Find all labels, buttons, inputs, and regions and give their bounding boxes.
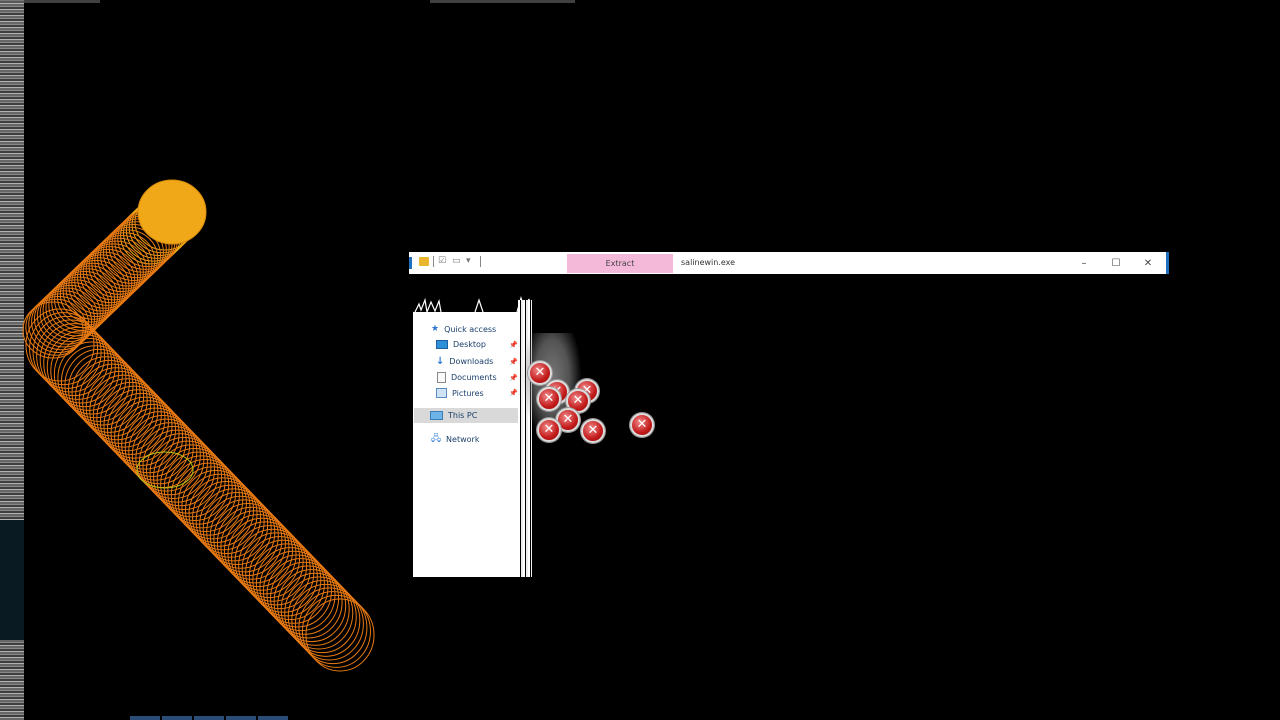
sidebar-item-this-pc[interactable]: This PC xyxy=(414,408,518,423)
explorer-window[interactable]: ☑ ▭ ▾ Extract salinewin.exe – ☐ ✕ xyxy=(409,252,1169,274)
pin-icon[interactable]: 📌 xyxy=(509,389,518,397)
wireframe-cylinder-art xyxy=(22,179,375,672)
error-icon: ✕ xyxy=(630,413,654,437)
taskbar-fragment xyxy=(130,716,288,720)
separator xyxy=(433,256,434,267)
sidebar-item-label: Desktop xyxy=(453,340,486,349)
separator xyxy=(480,256,481,267)
error-icon: ✕ xyxy=(537,418,561,442)
error-icon: ✕ xyxy=(537,387,561,411)
pin-icon[interactable]: 📌 xyxy=(509,358,518,366)
error-icon: ✕ xyxy=(581,419,605,443)
quick-access-toolbar: ☑ ▭ ▾ xyxy=(419,256,481,267)
window-accent xyxy=(409,257,412,269)
cylinder-ring xyxy=(305,598,375,672)
window-controls: – ☐ ✕ xyxy=(1078,252,1154,274)
sidebar-item-desktop[interactable]: Desktop 📌 xyxy=(436,340,518,349)
pin-icon[interactable]: 📌 xyxy=(509,374,518,382)
folder-icon[interactable] xyxy=(419,257,429,266)
close-button[interactable]: ✕ xyxy=(1142,258,1154,269)
computer-icon xyxy=(430,411,443,420)
sidebar-item-network[interactable]: 🖧 Network xyxy=(431,431,479,447)
sidebar-item-label: Pictures xyxy=(452,388,484,398)
properties-icon[interactable]: ☑ xyxy=(438,256,448,267)
extract-tab[interactable]: Extract xyxy=(567,254,673,273)
sidebar-item-label: Quick access xyxy=(444,324,497,334)
pin-icon[interactable]: 📌 xyxy=(509,341,518,349)
new-folder-icon[interactable]: ▭ xyxy=(452,256,462,267)
sidebar-item-pictures[interactable]: Pictures 📌 xyxy=(436,388,518,398)
window-title: salinewin.exe xyxy=(681,258,736,267)
maximize-button[interactable]: ☐ xyxy=(1110,258,1122,269)
glitched-ribbon-fragment xyxy=(414,296,532,313)
sidebar-item-downloads[interactable]: ↓ Downloads 📌 xyxy=(436,356,518,367)
chevron-down-icon[interactable]: ▾ xyxy=(466,256,476,267)
document-icon xyxy=(437,372,446,383)
taskbar-button[interactable] xyxy=(162,716,192,720)
pictures-icon xyxy=(436,388,447,398)
network-icon: 🖧 xyxy=(431,434,442,444)
sidebar-item-documents[interactable]: Documents 📌 xyxy=(437,372,518,383)
sidebar-item-label: Network xyxy=(446,434,480,444)
download-icon: ↓ xyxy=(436,356,445,367)
taskbar-button[interactable] xyxy=(194,716,224,720)
sidebar-item-label: This PC xyxy=(448,411,478,420)
desktop-icon xyxy=(436,340,448,349)
sidebar-item-label: Documents xyxy=(451,373,497,382)
cylinder-top-cap xyxy=(137,179,207,245)
taskbar-button[interactable] xyxy=(226,716,256,720)
taskbar-button[interactable] xyxy=(130,716,160,720)
sidebar-item-label: Downloads xyxy=(449,357,494,366)
star-icon: ★ xyxy=(431,324,440,334)
sidebar-item-quick-access[interactable]: ★ Quick access xyxy=(431,324,496,334)
taskbar-button[interactable] xyxy=(258,716,288,720)
error-icon: ✕ xyxy=(528,361,552,385)
minimize-button[interactable]: – xyxy=(1078,258,1090,269)
